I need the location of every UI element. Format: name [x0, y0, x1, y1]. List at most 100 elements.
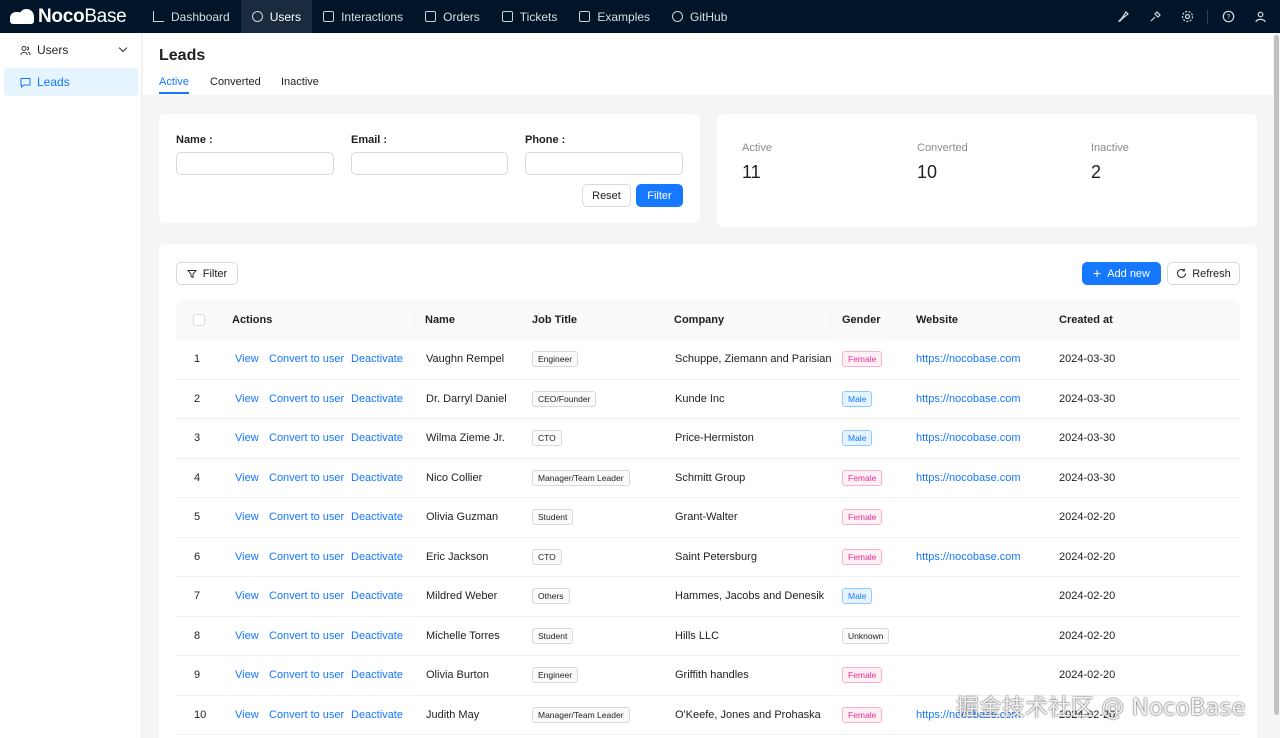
logo[interactable]: NocoBase — [0, 0, 142, 33]
view-link[interactable]: View — [235, 353, 259, 365]
nav-users[interactable]: Users — [240, 0, 313, 33]
website-link[interactable]: https://nocobase.com — [916, 432, 1021, 444]
convert-to-user-link[interactable]: Convert to user — [269, 709, 344, 721]
convert-to-user-link[interactable]: Convert to user — [269, 669, 344, 681]
deactivate-link[interactable]: Deactivate — [351, 551, 403, 563]
convert-to-user-link[interactable]: Convert to user — [269, 551, 344, 563]
deactivate-link[interactable]: Deactivate — [351, 630, 403, 642]
nav-dashboard[interactable]: Dashboard — [142, 0, 241, 33]
highlighter-icon[interactable] — [1115, 9, 1131, 25]
deactivate-link[interactable]: Deactivate — [351, 709, 403, 721]
order-icon — [425, 11, 437, 22]
stat-converted-value: 10 — [917, 162, 938, 182]
view-link[interactable]: View — [235, 590, 259, 602]
convert-to-user-link[interactable]: Convert to user — [269, 590, 344, 602]
deactivate-link[interactable]: Deactivate — [351, 353, 403, 365]
bar-chart-icon — [153, 11, 164, 22]
view-link[interactable]: View — [235, 432, 259, 444]
table-filter-button[interactable]: Filter — [176, 262, 238, 285]
website-link[interactable]: https://nocobase.com — [916, 551, 1021, 563]
company-cell: Grant-Walter — [675, 511, 738, 523]
deactivate-link[interactable]: Deactivate — [351, 432, 403, 444]
deactivate-link[interactable]: Deactivate — [351, 472, 403, 484]
name-cell: Olivia Burton — [426, 669, 489, 681]
github-icon — [672, 11, 684, 22]
help-icon[interactable]: ? — [1220, 9, 1236, 25]
convert-to-user-link[interactable]: Convert to user — [269, 432, 344, 444]
view-link[interactable]: View — [235, 630, 259, 642]
stat-inactive-label: Inactive — [1091, 142, 1129, 154]
website-link[interactable]: https://nocobase.com — [916, 393, 1021, 405]
view-link[interactable]: View — [235, 472, 259, 484]
col-name[interactable]: Name — [425, 314, 455, 326]
name-cell: Olivia Guzman — [426, 511, 499, 523]
table-row: 3 View Convert to user Deactivate Wilma Ziem… — [176, 419, 1240, 459]
company-cell: Schuppe, Ziemann and Parisian — [675, 353, 832, 365]
deactivate-link[interactable]: Deactivate — [351, 669, 403, 681]
deactivate-link[interactable]: Deactivate — [351, 393, 403, 405]
convert-to-user-link[interactable]: Convert to user — [269, 353, 344, 365]
row-number: 9 — [194, 669, 201, 681]
deactivate-link[interactable]: Deactivate — [351, 590, 403, 602]
convert-to-user-link[interactable]: Convert to user — [269, 472, 344, 484]
convert-to-user-link[interactable]: Convert to user — [269, 511, 344, 523]
table-row: 6 View Convert to user Deactivate Eric Jacks… — [176, 537, 1240, 577]
reset-button[interactable]: Reset — [582, 184, 631, 207]
calendar-icon — [323, 11, 335, 22]
page-scrollbar[interactable] — [1273, 33, 1280, 738]
sidebar-group-users[interactable]: Users — [4, 36, 138, 64]
view-link[interactable]: View — [235, 669, 259, 681]
col-gender[interactable]: Gender — [842, 314, 881, 326]
view-link[interactable]: View — [235, 393, 259, 405]
refresh-button[interactable]: Refresh — [1167, 262, 1240, 285]
job-title-tag: Student — [532, 627, 574, 644]
job-title-tag: Engineer — [532, 351, 579, 367]
table-row: 5 View Convert to user Deactivate Olivia Guz… — [176, 498, 1240, 538]
add-new-button[interactable]: + Add new — [1082, 262, 1161, 285]
sidebar-item-leads[interactable]: Leads — [4, 68, 138, 96]
nav-github[interactable]: GitHub — [661, 0, 738, 33]
job-title-tag: Others — [532, 588, 570, 604]
row-number: 4 — [194, 471, 201, 484]
user-icon[interactable] — [1252, 9, 1268, 25]
col-job-title[interactable]: Job Title — [532, 314, 577, 326]
website-link[interactable]: https://nocobase.com — [916, 472, 1021, 484]
filter-submit-button[interactable]: Filter — [636, 184, 683, 207]
nav-tickets[interactable]: Tickets — [491, 0, 569, 33]
phone-input[interactable] — [525, 152, 683, 175]
gender-tag: Male — [842, 430, 873, 446]
website-link[interactable]: https://nocobase.com — [916, 353, 1021, 365]
scrollbar-thumb[interactable] — [1274, 35, 1279, 715]
tab-active[interactable]: Active — [159, 76, 189, 88]
view-link[interactable]: View — [235, 709, 259, 721]
gender-tag: Male — [842, 390, 873, 407]
nav-orders[interactable]: Orders — [414, 0, 491, 33]
view-link[interactable]: View — [235, 511, 259, 523]
table-row: 4 View Convert to user Deactivate Nico Colli… — [176, 458, 1240, 498]
plugin-icon[interactable] — [1147, 9, 1163, 25]
row-number: 1 — [194, 353, 201, 365]
settings-icon[interactable] — [1179, 9, 1195, 25]
email-input[interactable] — [351, 152, 508, 175]
name-input[interactable] — [176, 152, 334, 175]
gender-tag: Female — [842, 351, 883, 367]
company-cell: O'Keefe, Jones and Prohaska — [675, 708, 821, 721]
company-cell: Saint Petersburg — [675, 550, 757, 563]
convert-to-user-link[interactable]: Convert to user — [269, 393, 344, 405]
col-created-at[interactable]: Created at — [1059, 314, 1113, 326]
nav-interactions[interactable]: Interactions — [312, 0, 414, 33]
convert-to-user-link[interactable]: Convert to user — [269, 630, 344, 642]
bank-icon — [579, 11, 591, 22]
tab-converted[interactable]: Converted — [210, 76, 261, 88]
deactivate-link[interactable]: Deactivate — [351, 511, 403, 523]
users-icon — [19, 44, 31, 56]
view-link[interactable]: View — [235, 551, 259, 563]
sidebar: Users Leads — [0, 33, 142, 738]
created-at-cell: 2024-03-30 — [1059, 353, 1116, 365]
select-all-checkbox[interactable] — [193, 314, 205, 326]
col-company[interactable]: Company — [674, 314, 724, 326]
col-website[interactable]: Website — [916, 314, 958, 326]
tab-inactive[interactable]: Inactive — [281, 76, 319, 88]
created-at-cell: 2024-03-30 — [1059, 471, 1116, 484]
nav-examples[interactable]: Examples — [568, 0, 661, 33]
